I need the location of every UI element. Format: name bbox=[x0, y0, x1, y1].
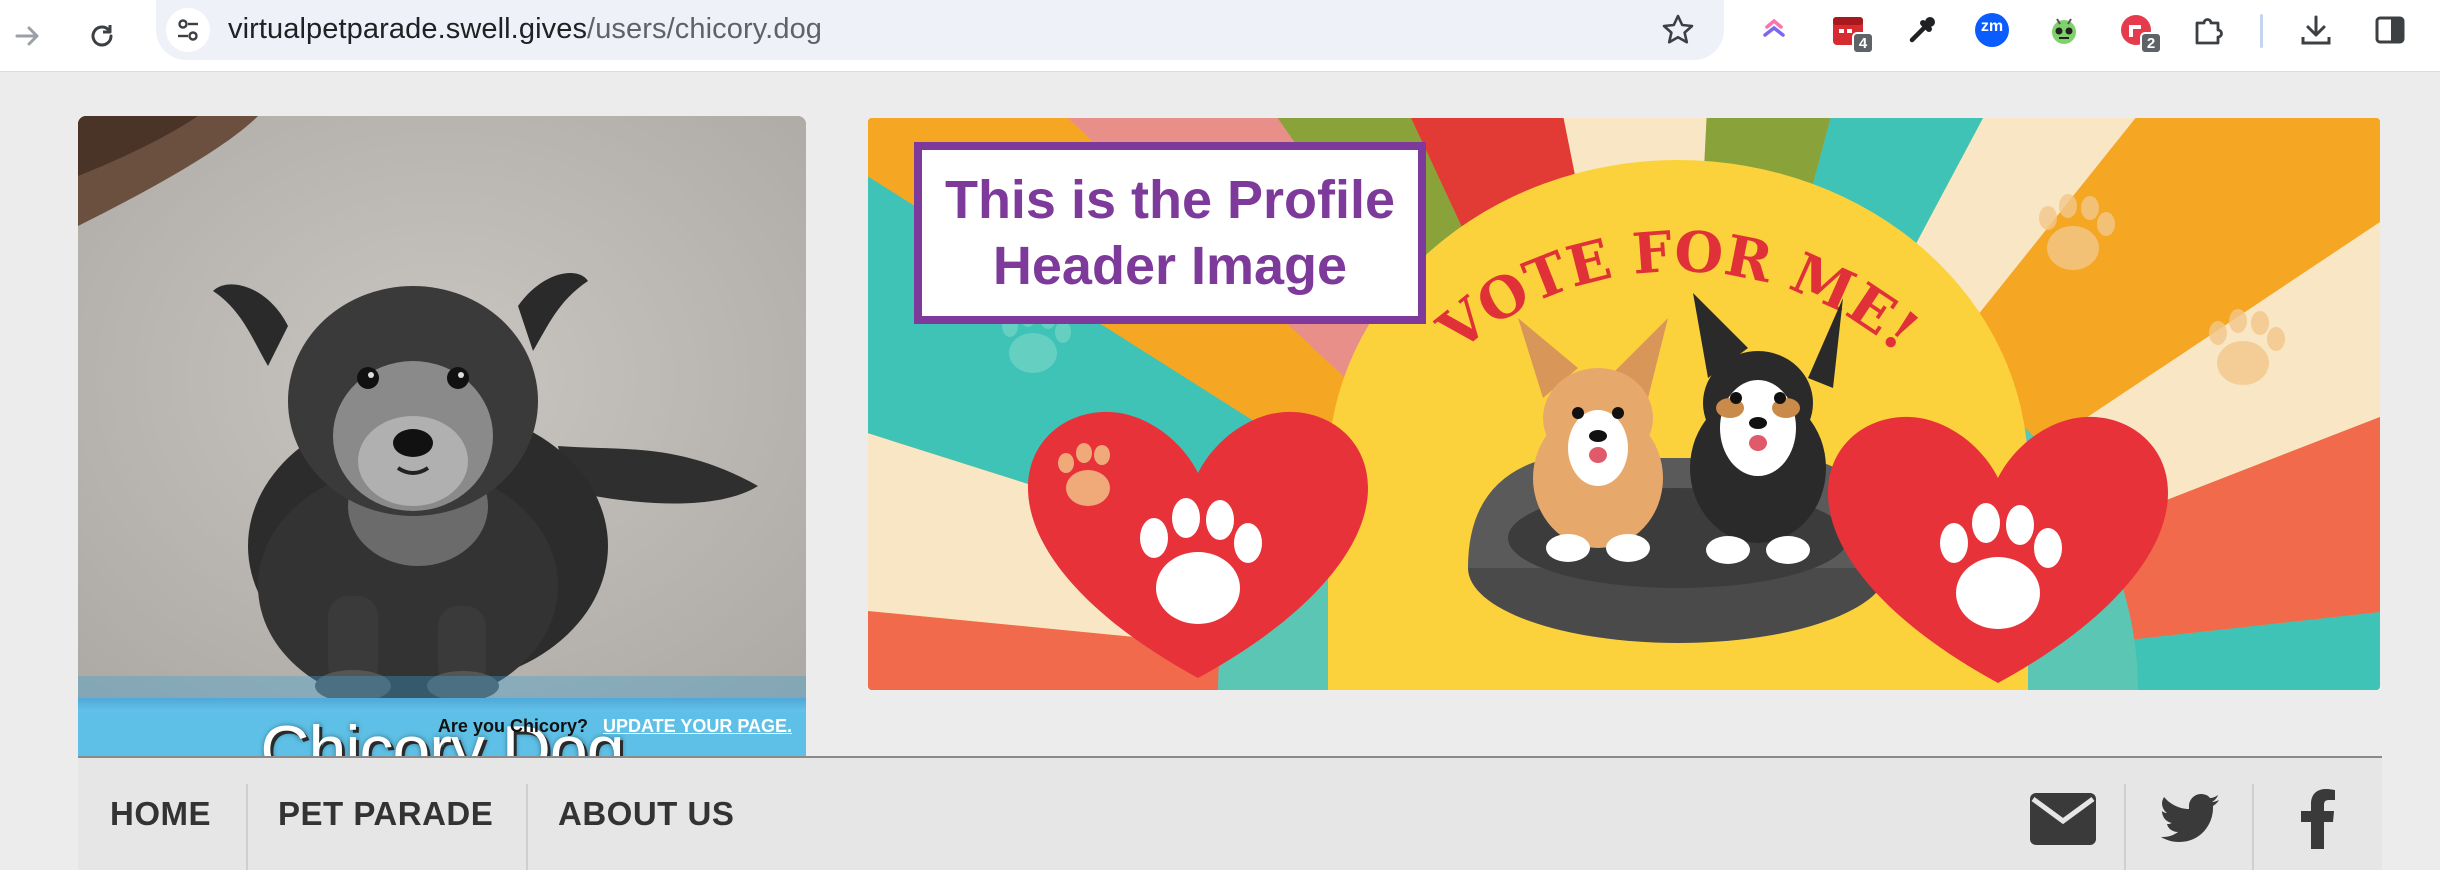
robot-extension-icon bbox=[2052, 18, 2076, 44]
reload-icon bbox=[91, 25, 113, 47]
profile-card: Chicory Dog Are you Chicory? UPDATE YOUR… bbox=[78, 116, 806, 756]
eyedropper-extension[interactable] bbox=[1902, 10, 1942, 50]
callout-text: This is the Profile Header Image bbox=[944, 170, 1396, 296]
url-text[interactable]: virtualpetparade.swell.gives/users/chico… bbox=[228, 13, 822, 46]
site-navigation: HOME PET PARADE ABOUT US bbox=[78, 756, 2382, 870]
calendar-badge: 4 bbox=[1852, 32, 1874, 54]
nav-separator bbox=[246, 784, 248, 870]
url-domain: virtualpetparade.swell.gives bbox=[228, 13, 588, 45]
nav-separator bbox=[2252, 784, 2254, 870]
star-icon bbox=[1662, 14, 1694, 44]
zoom-extension-label: zm bbox=[1980, 18, 2004, 35]
clickup-extension[interactable] bbox=[1754, 10, 1794, 50]
clickup-icon bbox=[1763, 18, 1785, 37]
site-settings-button[interactable] bbox=[166, 8, 210, 52]
forward-arrow-icon bbox=[15, 26, 39, 46]
nav-separator bbox=[2124, 784, 2126, 870]
email-link[interactable] bbox=[2028, 784, 2098, 854]
claim-row: Are you Chicory? UPDATE YOUR PAGE. bbox=[438, 716, 792, 737]
red-extension-badge: 2 bbox=[2140, 32, 2162, 54]
downloads-button[interactable] bbox=[2296, 10, 2336, 50]
extensions-button[interactable] bbox=[2188, 10, 2228, 50]
tune-icon bbox=[178, 19, 198, 41]
profile-header-image: VOTE FOR ME! This is the Profile Header … bbox=[868, 118, 2380, 690]
twitter-link[interactable] bbox=[2156, 784, 2226, 854]
nav-pet-parade[interactable]: PET PARADE bbox=[278, 758, 493, 870]
eyedropper-icon bbox=[1909, 17, 1935, 43]
nav-separator bbox=[526, 784, 528, 870]
nav-home[interactable]: HOME bbox=[110, 758, 211, 870]
red-extension[interactable]: 2 bbox=[2116, 10, 2162, 54]
side-panel-button[interactable] bbox=[2370, 10, 2410, 50]
address-bar[interactable]: virtualpetparade.swell.gives/users/chico… bbox=[156, 0, 1724, 60]
robot-extension[interactable] bbox=[2044, 10, 2084, 50]
facebook-icon bbox=[2301, 789, 2335, 849]
calendar-extension[interactable]: 4 bbox=[1828, 10, 1874, 54]
claim-prompt: Are you Chicory? bbox=[437, 716, 588, 736]
header-image-callout: This is the Profile Header Image bbox=[914, 142, 1426, 324]
update-page-link[interactable]: UPDATE YOUR PAGE. bbox=[603, 716, 792, 736]
twitter-icon bbox=[2161, 794, 2219, 842]
profile-photo bbox=[78, 116, 806, 698]
reload-button[interactable] bbox=[80, 14, 124, 58]
forward-button[interactable] bbox=[6, 14, 50, 58]
bookmark-star-button[interactable] bbox=[1660, 12, 1696, 48]
side-panel-icon bbox=[2375, 16, 2405, 44]
facebook-link[interactable] bbox=[2284, 784, 2354, 854]
nav-about-us[interactable]: ABOUT US bbox=[558, 758, 734, 870]
browser-toolbar: virtualpetparade.swell.gives/users/chico… bbox=[0, 0, 2440, 72]
envelope-icon bbox=[2030, 793, 2096, 845]
download-icon bbox=[2301, 15, 2331, 45]
zoom-extension[interactable]: zm bbox=[1972, 10, 2012, 50]
url-path: /users/chicory.dog bbox=[587, 13, 823, 45]
toolbar-divider bbox=[2260, 14, 2263, 48]
puzzle-icon bbox=[2195, 18, 2223, 45]
